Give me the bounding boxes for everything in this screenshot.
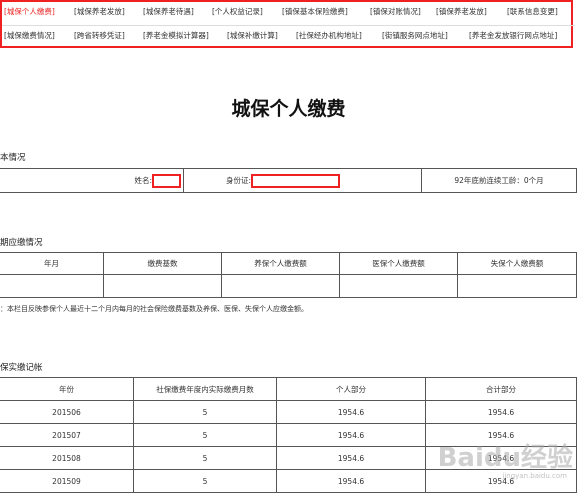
nav-item-city-pension-benefit[interactable]: [城保养老待遇]	[143, 6, 194, 17]
page-title: 城保个人缴费	[231, 98, 346, 120]
cell-personal: 1954.6	[276, 400, 426, 424]
nav-item-pension-calculator[interactable]: [养老金模拟计算器]	[143, 30, 209, 41]
name-cell: 姓名:	[0, 168, 184, 193]
actual-heading: 保实缴记帐	[0, 363, 43, 373]
cell-total: 1954.6	[425, 400, 577, 424]
column-header: 年月	[0, 252, 104, 275]
name-label: 姓名:	[134, 175, 152, 185]
cell-year: 201509	[0, 469, 134, 493]
cell-months: 5	[133, 400, 277, 424]
cell-months: 5	[133, 423, 277, 447]
cell-personal: 1954.6	[276, 423, 426, 447]
basic-info-table: 姓名: 身份证: 92年底前连续工龄：0个月	[0, 168, 577, 193]
nav-item-pension-bank-address[interactable]: [养老金发放银行网点地址]	[469, 30, 557, 41]
table-header-row: 年份 社保缴费年度内实际缴费月数 个人部分 合计部分	[0, 377, 577, 401]
nav-item-town-basic-insurance[interactable]: [镇保基本保险缴费]	[282, 6, 348, 17]
column-header: 个人部分	[276, 377, 426, 401]
nav-item-contact-change[interactable]: [联系信息变更]	[507, 6, 558, 17]
nav-item-social-agency-address[interactable]: [社保经办机构地址]	[296, 30, 362, 41]
cell-months: 5	[133, 446, 277, 470]
cell-year: 201506	[0, 400, 134, 424]
nav-item-street-service-address[interactable]: [街镇服务网点地址]	[382, 30, 448, 41]
column-header: 失保个人缴费额	[457, 252, 577, 275]
cell-personal: 1954.6	[276, 469, 426, 493]
due-table: 年月 缴费基数 养保个人缴费额 医保个人缴费额 失保个人缴费额	[0, 252, 577, 298]
cell-year: 201508	[0, 446, 134, 470]
years-cell: 92年底前连续工龄：0个月	[421, 168, 577, 193]
cell-months: 5	[133, 469, 277, 493]
column-header: 医保个人缴费额	[339, 252, 458, 275]
actual-table: 年份 社保缴费年度内实际缴费月数 个人部分 合计部分 201506 5 1954…	[0, 377, 577, 493]
nav-item-cross-province-transfer[interactable]: [跨省转移凭证]	[74, 30, 125, 41]
nav-item-city-backpay-calc[interactable]: [城保补缴计算]	[227, 30, 278, 41]
nav-row-2: [城保缴费情况] [跨省转移凭证] [养老金模拟计算器] [城保补缴计算] [社…	[2, 25, 575, 48]
baidu-watermark: Baidu经验	[437, 443, 573, 473]
id-cell: 身份证:	[183, 168, 422, 193]
table-header-row: 年月 缴费基数 养保个人缴费额 医保个人缴费额 失保个人缴费额	[0, 252, 577, 275]
column-header: 年份	[0, 377, 134, 401]
due-note: ：本栏目反映参保个人最近十二个月内每月的社会保险缴费基数及养保、医保、失保个人应…	[0, 305, 308, 313]
table-row: 201506 5 1954.6 1954.6	[0, 400, 577, 424]
basic-info-heading: 本情况	[0, 153, 26, 163]
cell-year: 201507	[0, 423, 134, 447]
nav-item-personal-rights-record[interactable]: [个人权益记录]	[212, 6, 263, 17]
column-header: 养保个人缴费额	[221, 252, 340, 275]
nav-item-city-payment-status[interactable]: [城保缴费情况]	[4, 30, 55, 41]
baidu-watermark-url: jingyan.baidu.com	[502, 472, 567, 480]
cell-personal: 1954.6	[276, 446, 426, 470]
nav-row-1: [城保个人缴费] [城保养老发放] [城保养老待遇] [个人权益记录] [镇保基…	[2, 2, 575, 24]
name-value-redacted	[152, 173, 181, 188]
column-header: 合计部分	[425, 377, 577, 401]
nav-item-city-personal-payment[interactable]: [城保个人缴费]	[4, 6, 55, 17]
id-value-redacted	[251, 173, 341, 188]
column-header: 缴费基数	[103, 252, 222, 275]
due-heading: 期应缴情况	[0, 238, 43, 248]
column-header: 社保缴费年度内实际缴费月数	[133, 377, 277, 401]
table-row	[0, 274, 577, 298]
nav-item-town-pension-payout[interactable]: [镇保养老发放]	[436, 6, 487, 17]
nav-item-city-pension-payout[interactable]: [城保养老发放]	[74, 6, 125, 17]
nav-item-town-reconciliation[interactable]: [镇保对账情况]	[370, 6, 421, 17]
nav-menu: [城保个人缴费] [城保养老发放] [城保养老待遇] [个人权益记录] [镇保基…	[0, 0, 575, 48]
id-label: 身份证:	[226, 175, 252, 185]
